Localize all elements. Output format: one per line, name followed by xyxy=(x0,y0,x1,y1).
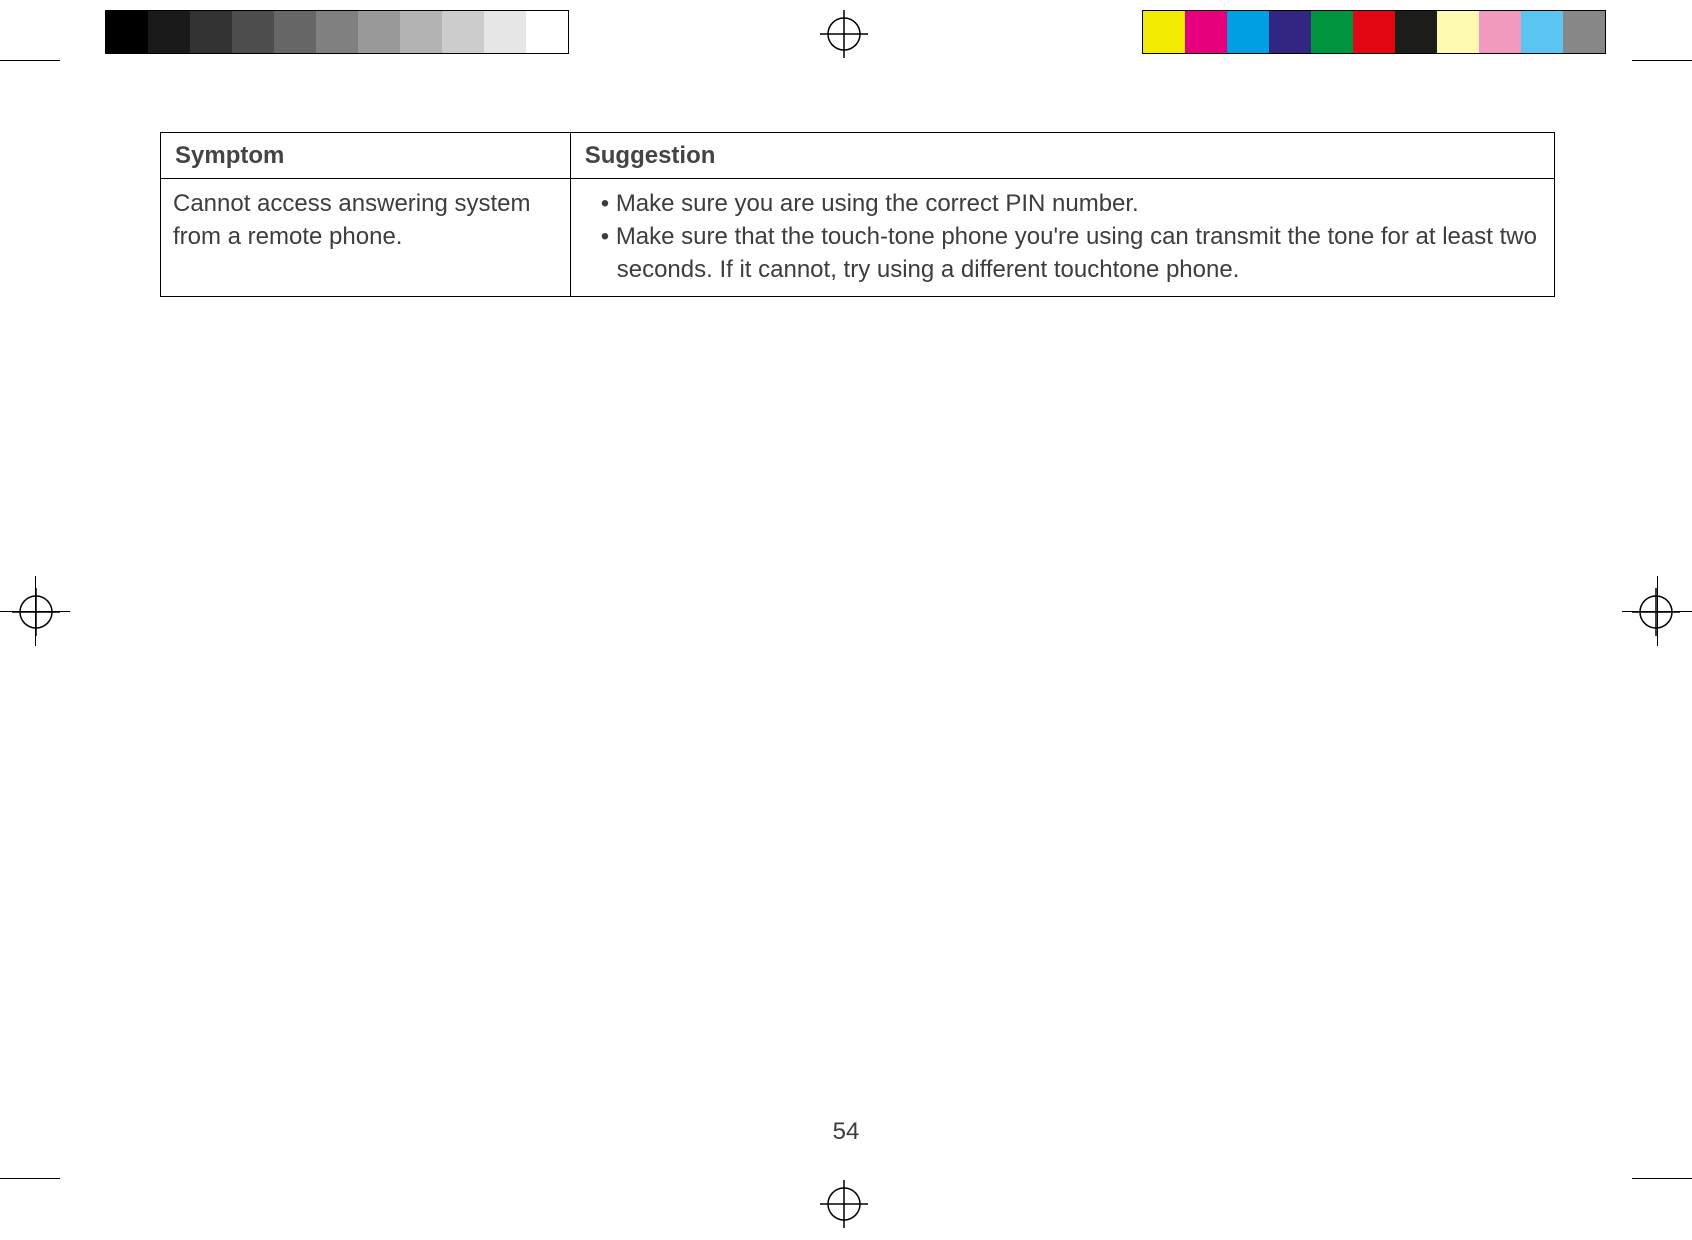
grayscale-swatch xyxy=(484,11,526,53)
table-row: Cannot access answering system from a re… xyxy=(161,179,1555,297)
registration-mark-icon xyxy=(1632,588,1680,636)
grayscale-swatch xyxy=(190,11,232,53)
grayscale-swatch xyxy=(526,11,568,53)
color-calibration-bar xyxy=(1142,10,1606,54)
color-swatch xyxy=(1395,11,1437,53)
color-swatch xyxy=(1479,11,1521,53)
header-suggestion: Suggestion xyxy=(570,133,1554,179)
color-swatch xyxy=(1185,11,1227,53)
color-swatch xyxy=(1563,11,1605,53)
grayscale-swatch xyxy=(442,11,484,53)
suggestion-item: Make sure you are using the correct PIN … xyxy=(617,187,1542,220)
color-swatch xyxy=(1143,11,1185,53)
color-swatch xyxy=(1227,11,1269,53)
troubleshooting-table: Symptom Suggestion Cannot access answeri… xyxy=(160,132,1555,297)
header-symptom: Symptom xyxy=(161,133,571,179)
print-page: Symptom Suggestion Cannot access answeri… xyxy=(0,0,1692,1240)
color-swatch xyxy=(1437,11,1479,53)
crop-mark xyxy=(0,60,60,61)
registration-mark-icon xyxy=(12,588,60,636)
color-swatch xyxy=(1353,11,1395,53)
grayscale-swatch xyxy=(400,11,442,53)
color-swatch xyxy=(1269,11,1311,53)
page-number: 54 xyxy=(0,1118,1692,1146)
crop-mark xyxy=(1632,1178,1692,1179)
symptom-cell: Cannot access answering system from a re… xyxy=(161,179,571,297)
suggestion-list: Make sure you are using the correct PIN … xyxy=(583,187,1542,286)
grayscale-swatch xyxy=(148,11,190,53)
grayscale-calibration-bar xyxy=(105,10,569,54)
registration-mark-icon xyxy=(820,10,868,58)
color-swatch xyxy=(1521,11,1563,53)
crop-mark xyxy=(1632,60,1692,61)
crop-mark xyxy=(1632,60,1633,61)
crop-mark xyxy=(0,1178,60,1179)
table-header-row: Symptom Suggestion xyxy=(161,133,1555,179)
grayscale-swatch xyxy=(106,11,148,53)
grayscale-swatch xyxy=(316,11,358,53)
grayscale-swatch xyxy=(274,11,316,53)
grayscale-swatch xyxy=(358,11,400,53)
grayscale-swatch xyxy=(232,11,274,53)
suggestion-item: Make sure that the touch-tone phone you'… xyxy=(617,220,1542,286)
registration-mark-icon xyxy=(820,1180,868,1228)
suggestion-cell: Make sure you are using the correct PIN … xyxy=(570,179,1554,297)
color-swatch xyxy=(1311,11,1353,53)
